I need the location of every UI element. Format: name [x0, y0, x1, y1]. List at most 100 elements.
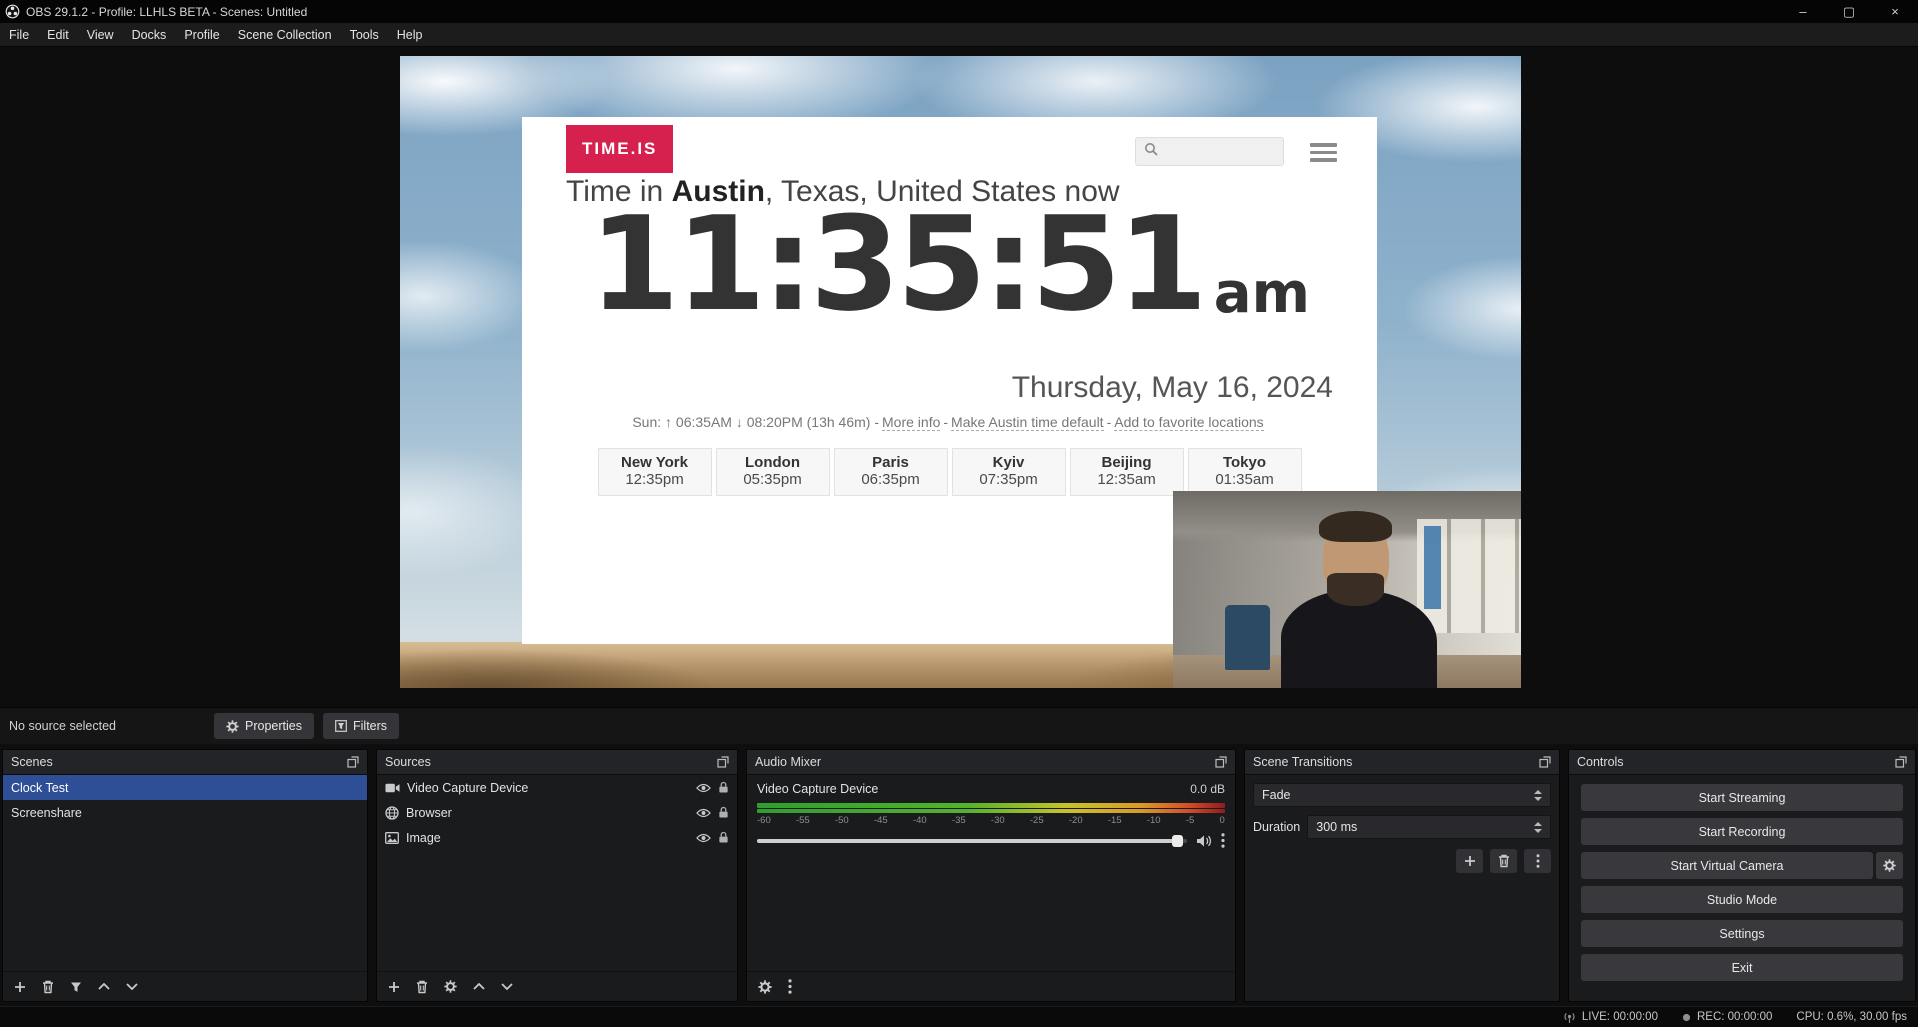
source-item-browser[interactable]: Browser [377, 800, 737, 825]
controls-panel: Controls Start Streaming Start Recording… [1568, 749, 1916, 1002]
favorite-link: Add to favorite locations [1114, 414, 1263, 431]
city-box: Kyiv07:35pm [952, 448, 1066, 496]
popout-icon[interactable] [1539, 756, 1551, 768]
menu-tools[interactable]: Tools [341, 23, 388, 46]
more-info-link: More info [882, 414, 940, 431]
volume-slider-handle[interactable] [1172, 835, 1183, 847]
popout-icon[interactable] [1895, 756, 1907, 768]
timeis-sun-info: Sun: ↑ 06:35AM ↓ 08:20PM (13h 46m) -More… [522, 414, 1377, 430]
clock-ampm: am [1214, 259, 1310, 329]
mixer-options-dots-icon[interactable] [788, 979, 792, 994]
popout-icon[interactable] [717, 756, 729, 768]
start-virtual-camera-button[interactable]: Start Virtual Camera [1581, 852, 1873, 879]
timeis-logo: TIME.IS [566, 125, 673, 173]
menu-profile[interactable]: Profile [175, 23, 228, 46]
volume-meter [757, 803, 1225, 808]
rec-timer: REC: 00:00:00 [1697, 1011, 1772, 1023]
titlebar[interactable]: OBS 29.1.2 - Profile: LLHLS BETA - Scene… [0, 0, 1918, 23]
transition-select[interactable]: Fade [1253, 783, 1551, 807]
move-source-down-button[interactable] [501, 983, 513, 990]
controls-title: Controls [1577, 755, 1624, 769]
status-bar: LIVE: 00:00:00 REC: 00:00:00 CPU: 0.6%, … [0, 1006, 1918, 1027]
scene-filters-button[interactable] [70, 981, 82, 993]
studio-mode-button[interactable]: Studio Mode [1581, 886, 1903, 913]
stream-signal-icon [1563, 1012, 1576, 1023]
menubar: File Edit View Docks Profile Scene Colle… [0, 23, 1918, 47]
source-item-image[interactable]: Image [377, 825, 737, 850]
sources-panel-header[interactable]: Sources [377, 750, 737, 775]
move-scene-down-button[interactable] [126, 983, 138, 990]
record-dot-icon [1682, 1013, 1691, 1022]
move-scene-up-button[interactable] [98, 983, 110, 990]
sources-title: Sources [385, 755, 431, 769]
menu-help[interactable]: Help [388, 23, 432, 46]
volume-slider[interactable] [757, 839, 1187, 843]
preview-area[interactable]: TIME.IS Time in Austin, Texas, United St… [0, 47, 1918, 707]
visibility-eye-icon[interactable] [696, 783, 711, 793]
add-source-button[interactable] [388, 981, 400, 993]
audio-mixer-panel: Audio Mixer Video Capture Device 0.0 dB … [746, 749, 1236, 1002]
add-transition-button[interactable] [1456, 849, 1483, 873]
controls-header[interactable]: Controls [1569, 750, 1915, 775]
menu-file[interactable]: File [0, 23, 38, 46]
webcam-overlay[interactable] [1173, 491, 1521, 688]
city-box: Beijing12:35am [1070, 448, 1184, 496]
select-arrows[interactable] [1526, 790, 1542, 801]
obs-window: OBS 29.1.2 - Profile: LLHLS BETA - Scene… [0, 0, 1918, 1027]
start-recording-button[interactable]: Start Recording [1581, 818, 1903, 845]
scenes-panel-header[interactable]: Scenes [3, 750, 367, 775]
channel-options-dots-icon[interactable] [1221, 833, 1225, 848]
remove-scene-button[interactable] [42, 980, 54, 994]
maximize-button[interactable]: ▢ [1826, 0, 1872, 23]
audio-mixer-header[interactable]: Audio Mixer [747, 750, 1235, 775]
move-source-up-button[interactable] [473, 983, 485, 990]
hamburger-menu-icon [1310, 143, 1337, 162]
lock-icon[interactable] [718, 831, 729, 844]
docks-area: Scenes Clock Test Screenshare [0, 744, 1918, 1006]
duration-spinbox[interactable]: 300 ms [1307, 815, 1551, 839]
webcam-banner [1424, 526, 1441, 609]
mixer-level-db: 0.0 dB [1190, 782, 1225, 796]
spinbox-arrows[interactable] [1526, 822, 1542, 833]
clock-digits: 11:35:51 [589, 199, 1204, 329]
program-canvas[interactable]: TIME.IS Time in Austin, Texas, United St… [400, 56, 1521, 688]
video-camera-icon [385, 782, 400, 794]
menu-view[interactable]: View [78, 23, 123, 46]
transitions-header[interactable]: Scene Transitions [1245, 750, 1559, 775]
menu-edit[interactable]: Edit [38, 23, 78, 46]
add-scene-button[interactable] [14, 981, 26, 993]
city-box: New York12:35pm [598, 448, 712, 496]
close-button[interactable]: × [1872, 0, 1918, 23]
scenes-toolbar [3, 971, 367, 1001]
popout-icon[interactable] [347, 756, 359, 768]
webcam-person-beard [1327, 573, 1384, 606]
city-box: London05:35pm [716, 448, 830, 496]
source-item-video-capture[interactable]: Video Capture Device [377, 775, 737, 800]
menu-docks[interactable]: Docks [123, 23, 176, 46]
advanced-audio-gear-button[interactable] [758, 980, 772, 994]
remove-source-button[interactable] [416, 980, 428, 994]
filter-icon [335, 720, 347, 732]
settings-button[interactable]: Settings [1581, 920, 1903, 947]
lock-icon[interactable] [718, 781, 729, 794]
exit-button[interactable]: Exit [1581, 954, 1903, 981]
search-icon [1144, 142, 1158, 161]
menu-scene-collection[interactable]: Scene Collection [229, 23, 341, 46]
transition-options-dots-icon[interactable] [1524, 849, 1551, 873]
source-status-text: No source selected [9, 719, 116, 733]
lock-icon[interactable] [718, 806, 729, 819]
minimize-button[interactable]: – [1780, 0, 1826, 23]
scene-item-screenshare[interactable]: Screenshare [3, 800, 367, 825]
visibility-eye-icon[interactable] [696, 833, 711, 843]
virtual-camera-gear-button[interactable] [1876, 852, 1903, 879]
filters-button[interactable]: Filters [323, 713, 399, 739]
start-streaming-button[interactable]: Start Streaming [1581, 784, 1903, 811]
source-toolbar: No source selected Properties Filters [0, 707, 1918, 744]
popout-icon[interactable] [1215, 756, 1227, 768]
visibility-eye-icon[interactable] [696, 808, 711, 818]
source-properties-gear-button[interactable] [444, 980, 457, 993]
remove-transition-button[interactable] [1490, 849, 1517, 873]
properties-button[interactable]: Properties [214, 713, 314, 739]
scene-item-clock-test[interactable]: Clock Test [3, 775, 367, 800]
speaker-icon[interactable] [1196, 834, 1212, 848]
